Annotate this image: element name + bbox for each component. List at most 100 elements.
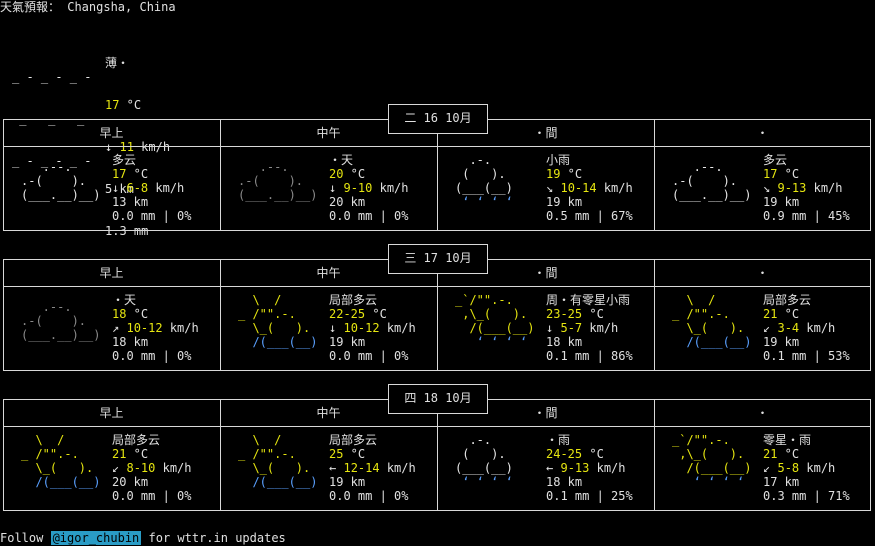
period-title: 中午 <box>316 126 341 140</box>
period-visibility: 17 km <box>763 475 800 489</box>
wind-direction-icon: ↓ <box>329 321 337 335</box>
icon-art-line: .-( ). <box>21 174 87 188</box>
light-rain-icon: .-. ( ). (___(__) ‘ ‘ ‘ ‘ <box>455 153 513 209</box>
temp-value: 21 <box>763 307 778 321</box>
twitter-handle-link[interactable]: @igor_chubin <box>50 531 142 545</box>
period-temp: 17 °C <box>112 167 191 181</box>
cloudy-icon: .--. .-( ). (___.__)__) <box>21 160 100 202</box>
temp-value: 18 <box>112 307 127 321</box>
wind-direction-icon: ← <box>546 461 554 475</box>
period-info: 局部多云 21 °C ↙ 3-4 km/h 19 km 0.1 mm | 53% <box>763 293 850 363</box>
icon-art-line: .-( ). <box>238 174 304 188</box>
wind-unit: km/h <box>162 321 199 335</box>
icon-art-line: \ / <box>238 433 282 447</box>
clear-icon: .--. .-( ). (___.__)__) <box>21 300 100 342</box>
icon-art-line: _ /"".-. <box>238 307 296 321</box>
partly-cloudy-icon: \ / _ /"".-. \_( ). /(___(__) <box>21 433 100 489</box>
temp-unit: °C <box>777 167 800 181</box>
temp-value: 23-25 <box>546 307 583 321</box>
icon-art-line: _ /"".-. <box>672 307 730 321</box>
period-info: 小雨 19 °C ↘ 10-14 km/h 19 km 0.5 mm | 67% <box>546 153 633 223</box>
wind-direction-icon: ↓ <box>329 181 337 195</box>
temp-unit: °C <box>126 307 149 321</box>
wind-direction-icon: ↓ <box>546 321 554 335</box>
temp-value: 25 <box>329 447 344 461</box>
patchy-rain-icon: _`/"".-. ,\_( ). /(___(__) ‘ ‘ ‘ ‘ <box>672 433 751 489</box>
icon-art-line: (___.__)__) <box>21 328 101 342</box>
period-temp: 17 °C <box>763 167 850 181</box>
period-info: 局部多云 25 °C ← 12-14 km/h 19 km 0.0 mm | 0% <box>329 433 416 503</box>
period-wind: ↗ 10-12 km/h <box>112 321 199 335</box>
icon-art-line: \_( ). <box>238 461 311 475</box>
wind-unit: km/h <box>806 181 843 195</box>
icon-art-line: ,\_( ). <box>455 307 528 321</box>
period-visibility: 19 km <box>329 475 366 489</box>
period-temp: 24-25 °C <box>546 447 633 461</box>
period-visibility: 18 km <box>546 335 583 349</box>
period-visibility: 13 km <box>112 195 149 209</box>
period-condition: 局部多云 <box>112 433 161 447</box>
period-title: 早上 <box>99 126 124 140</box>
icon-art-line: .-. <box>455 153 492 167</box>
period-info: 多云 17 °C ↓ 6-8 km/h 13 km 0.0 mm | 0% <box>112 153 191 223</box>
icon-art-line: (___(__) <box>455 461 513 475</box>
icon-art-line: .-( ). <box>672 174 738 188</box>
period-info: ・天 18 °C ↗ 10-12 km/h 18 km 0.0 mm | 0% <box>112 293 199 363</box>
period-temp: 18 °C <box>112 307 199 321</box>
temp-unit: °C <box>126 447 149 461</box>
icon-art-line: (___(__) <box>455 181 513 195</box>
icon-art-line: /(___(__) <box>238 335 318 349</box>
icon-art-line: \ / <box>238 293 282 307</box>
wind-direction-icon: ← <box>329 461 337 475</box>
period-precip: 0.3 mm | 71% <box>763 489 850 503</box>
period-title: 早上 <box>99 266 124 280</box>
temp-unit: °C <box>777 307 800 321</box>
icon-art-line: /(___(__) <box>672 335 752 349</box>
wind-value: 9-13 <box>777 181 807 195</box>
temp-value: 22-25 <box>329 307 366 321</box>
temp-unit: °C <box>343 447 366 461</box>
icon-art-line: ( ). <box>455 167 506 181</box>
icon-art-line: .-. <box>455 433 492 447</box>
period-condition: ・雨 <box>546 433 571 447</box>
icon-art-line: (___.__)__) <box>238 188 318 202</box>
wind-unit: km/h <box>379 461 416 475</box>
period-temp: 25 °C <box>329 447 416 461</box>
wind-value: 9-13 <box>560 461 590 475</box>
period-precip: 0.0 mm | 0% <box>112 209 192 223</box>
period-condition: 多云 <box>763 153 788 167</box>
icon-art-line: ,\_( ). <box>672 447 745 461</box>
period-wind: ↙ 8-10 km/h <box>112 461 192 475</box>
current-temp: 17 °C <box>105 98 142 112</box>
period-wind: ↘ 9-13 km/h <box>763 181 850 195</box>
period-precip: 0.0 mm | 0% <box>329 489 409 503</box>
wind-direction-icon: ↙ <box>763 321 771 335</box>
period-title: 中午 <box>316 406 341 420</box>
temp-unit: °C <box>582 447 604 461</box>
period-condition: 局部多云 <box>329 293 378 307</box>
icon-art-line: .--. <box>21 160 72 174</box>
icon-art-line: ‘ ‘ ‘ ‘ <box>672 475 745 489</box>
period-title: ・ <box>756 406 769 420</box>
icon-art-line: /(___(__) <box>21 475 101 489</box>
period-title: ・ <box>756 266 769 280</box>
icon-art-line: \_( ). <box>21 461 94 475</box>
wind-unit: km/h <box>799 321 836 335</box>
temp-unit: °C <box>365 307 387 321</box>
icon-art-line: ‘ ‘ ‘ ‘ <box>455 195 513 209</box>
temp-unit: °C <box>343 167 366 181</box>
period-wind: ↙ 5-8 km/h <box>763 461 850 475</box>
wind-direction-icon: ↙ <box>112 461 120 475</box>
wind-unit: km/h <box>155 461 192 475</box>
period-condition: 局部多云 <box>329 433 378 447</box>
period-precip: 0.5 mm | 67% <box>546 209 633 223</box>
period-precip: 0.9 mm | 45% <box>763 209 850 223</box>
period-temp: 21 °C <box>763 307 850 321</box>
period-wind: ↓ 6-8 km/h <box>112 181 191 195</box>
icon-art-line: _`/"".-. <box>455 293 513 307</box>
temp-value: 17 <box>763 167 778 181</box>
period-wind: ↓ 5-7 km/h <box>546 321 633 335</box>
temp-value: 21 <box>112 447 127 461</box>
location-title: 天氣預報： Changsha, China <box>0 0 176 14</box>
icon-art-line: .--. <box>21 300 72 314</box>
